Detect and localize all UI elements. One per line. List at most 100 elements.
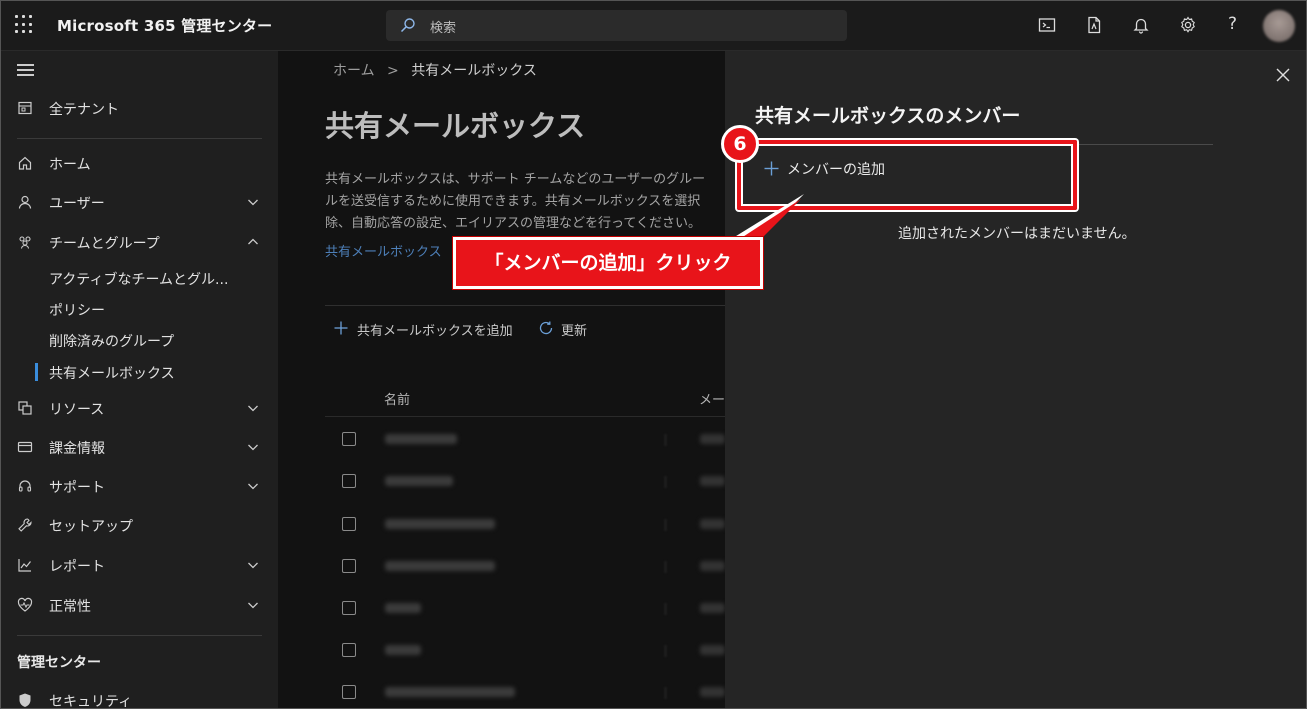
chevron-down-icon (248, 562, 258, 569)
column-separator (665, 434, 666, 446)
table-row[interactable] (325, 587, 725, 629)
sidebar-subitem-deleted-groups[interactable]: 削除済みのグループ (1, 326, 278, 354)
hamburger-icon[interactable] (17, 64, 34, 76)
sidebar-item-all-tenants[interactable]: 全テナント (1, 92, 278, 124)
redacted-text (385, 603, 421, 613)
highlight-box (737, 140, 1077, 210)
sidebar-item-setup[interactable]: セットアップ (1, 509, 278, 541)
add-shared-mailbox-button[interactable]: 共有メールボックスを追加 (357, 320, 513, 339)
sidebar-item-label: サポート (49, 480, 105, 496)
learn-more-link[interactable]: 共有メールボックス (325, 241, 442, 260)
sidebar-item-label: ホーム (49, 157, 91, 173)
table-row[interactable] (325, 629, 725, 671)
sidebar-subitem-policy[interactable]: ポリシー (1, 295, 278, 323)
shield-icon (19, 693, 31, 707)
top-bar: Microsoft 365 管理センター 検索 ? (1, 1, 1306, 51)
sidebar-item-security[interactable]: セキュリティ (1, 684, 278, 709)
avatar[interactable] (1263, 10, 1295, 42)
sidebar: 全テナント ホーム ユーザー チームとグループ アクティブなチームとグル... … (1, 51, 278, 709)
sidebar-item-label: セキュリティ (49, 694, 133, 709)
sidebar-item-teams-groups[interactable]: チームとグループ (1, 226, 278, 258)
headset-icon (18, 480, 32, 492)
redacted-text (700, 603, 725, 613)
row-checkbox[interactable] (342, 643, 356, 657)
app-window: Microsoft 365 管理センター 検索 ? 全テナント ホーム ユーザー (0, 0, 1307, 709)
admin-centers-title: 管理センター (17, 655, 101, 671)
column-separator (665, 561, 666, 573)
table-row[interactable] (325, 671, 725, 708)
sidebar-item-resources[interactable]: リソース (1, 392, 278, 424)
sidebar-item-users[interactable]: ユーザー (1, 186, 278, 218)
table-row[interactable] (325, 460, 725, 502)
chevron-up-icon (248, 238, 258, 245)
column-separator (665, 645, 666, 657)
sidebar-item-label: レポート (49, 559, 105, 575)
row-checkbox[interactable] (342, 474, 356, 488)
breadcrumb: ホーム > 共有メールボックス (333, 60, 537, 80)
empty-members-message: 追加されたメンバーはまだいません。 (898, 226, 1136, 242)
refresh-button[interactable]: 更新 (561, 320, 587, 339)
page-description: 共有メールボックスは、サポート チームなどのユーザーのグルー ルを送受信するため… (325, 169, 725, 235)
row-checkbox[interactable] (342, 685, 356, 699)
sidebar-subitem-active-teams[interactable]: アクティブなチームとグル... (1, 264, 278, 292)
sidebar-divider (17, 635, 262, 636)
sidebar-subitem-label: 共有メールボックス (49, 366, 175, 382)
section-divider (325, 305, 725, 306)
table-row[interactable] (325, 418, 725, 460)
column-separator (665, 519, 666, 531)
row-checkbox[interactable] (342, 559, 356, 573)
app-title[interactable]: Microsoft 365 管理センター (57, 15, 272, 36)
chevron-down-icon (248, 405, 258, 412)
column-header-email[interactable]: メー (699, 389, 725, 408)
search-placeholder: 検索 (430, 21, 457, 36)
heart-icon (17, 597, 33, 612)
description-line: ルを送受信するために使用できます。共有メールボックスを選択 (325, 194, 701, 209)
redacted-text (385, 519, 495, 529)
sidebar-item-home[interactable]: ホーム (1, 147, 278, 179)
sidebar-item-label: 課金情報 (49, 441, 105, 457)
selected-indicator (35, 363, 38, 381)
page-title: 共有メールボックス (325, 109, 586, 143)
redacted-text (700, 561, 725, 571)
home-icon (18, 156, 32, 170)
gear-icon[interactable] (1178, 15, 1198, 35)
help-icon[interactable]: ? (1228, 14, 1248, 34)
bell-icon[interactable] (1131, 15, 1151, 35)
row-checkbox[interactable] (342, 601, 356, 615)
main-content: ホーム > 共有メールボックス 共有メールボックス 共有メールボックスは、サポー… (278, 51, 725, 708)
redacted-text (700, 476, 725, 486)
redacted-text (700, 434, 725, 444)
user-icon (18, 195, 32, 209)
search-icon (400, 18, 415, 33)
refresh-icon (539, 321, 553, 335)
chevron-down-icon (248, 199, 258, 206)
terminal-icon[interactable] (1037, 15, 1057, 35)
search-box[interactable]: 検索 (386, 10, 847, 41)
tenant-icon (18, 101, 32, 115)
sidebar-subitem-label: アクティブなチームとグル... (49, 272, 229, 288)
sidebar-item-label: 全テナント (49, 102, 119, 118)
table-row[interactable] (325, 503, 725, 545)
redacted-text (700, 645, 725, 655)
breadcrumb-current: 共有メールボックス (411, 63, 537, 79)
breadcrumb-home[interactable]: ホーム (333, 63, 375, 79)
sidebar-item-billing[interactable]: 課金情報 (1, 431, 278, 463)
chevron-down-icon (248, 602, 258, 609)
column-header-name[interactable]: 名前 (384, 389, 410, 408)
header-divider (325, 416, 725, 417)
sidebar-item-label: リソース (49, 402, 105, 418)
row-checkbox[interactable] (342, 517, 356, 531)
app-launcher-icon[interactable] (15, 15, 35, 35)
sidebar-item-label: ユーザー (49, 196, 105, 212)
column-separator (665, 603, 666, 615)
sidebar-subitem-shared-mailbox[interactable]: 共有メールボックス (1, 358, 278, 386)
sidebar-item-support[interactable]: サポート (1, 470, 278, 502)
table-row[interactable] (325, 545, 725, 587)
sidebar-item-reports[interactable]: レポート (1, 549, 278, 581)
row-checkbox[interactable] (342, 432, 356, 446)
document-icon[interactable] (1084, 15, 1104, 35)
close-icon[interactable] (1276, 68, 1290, 82)
sidebar-item-label: セットアップ (49, 519, 133, 535)
sidebar-subitem-label: ポリシー (49, 303, 105, 319)
sidebar-item-health[interactable]: 正常性 (1, 589, 278, 621)
